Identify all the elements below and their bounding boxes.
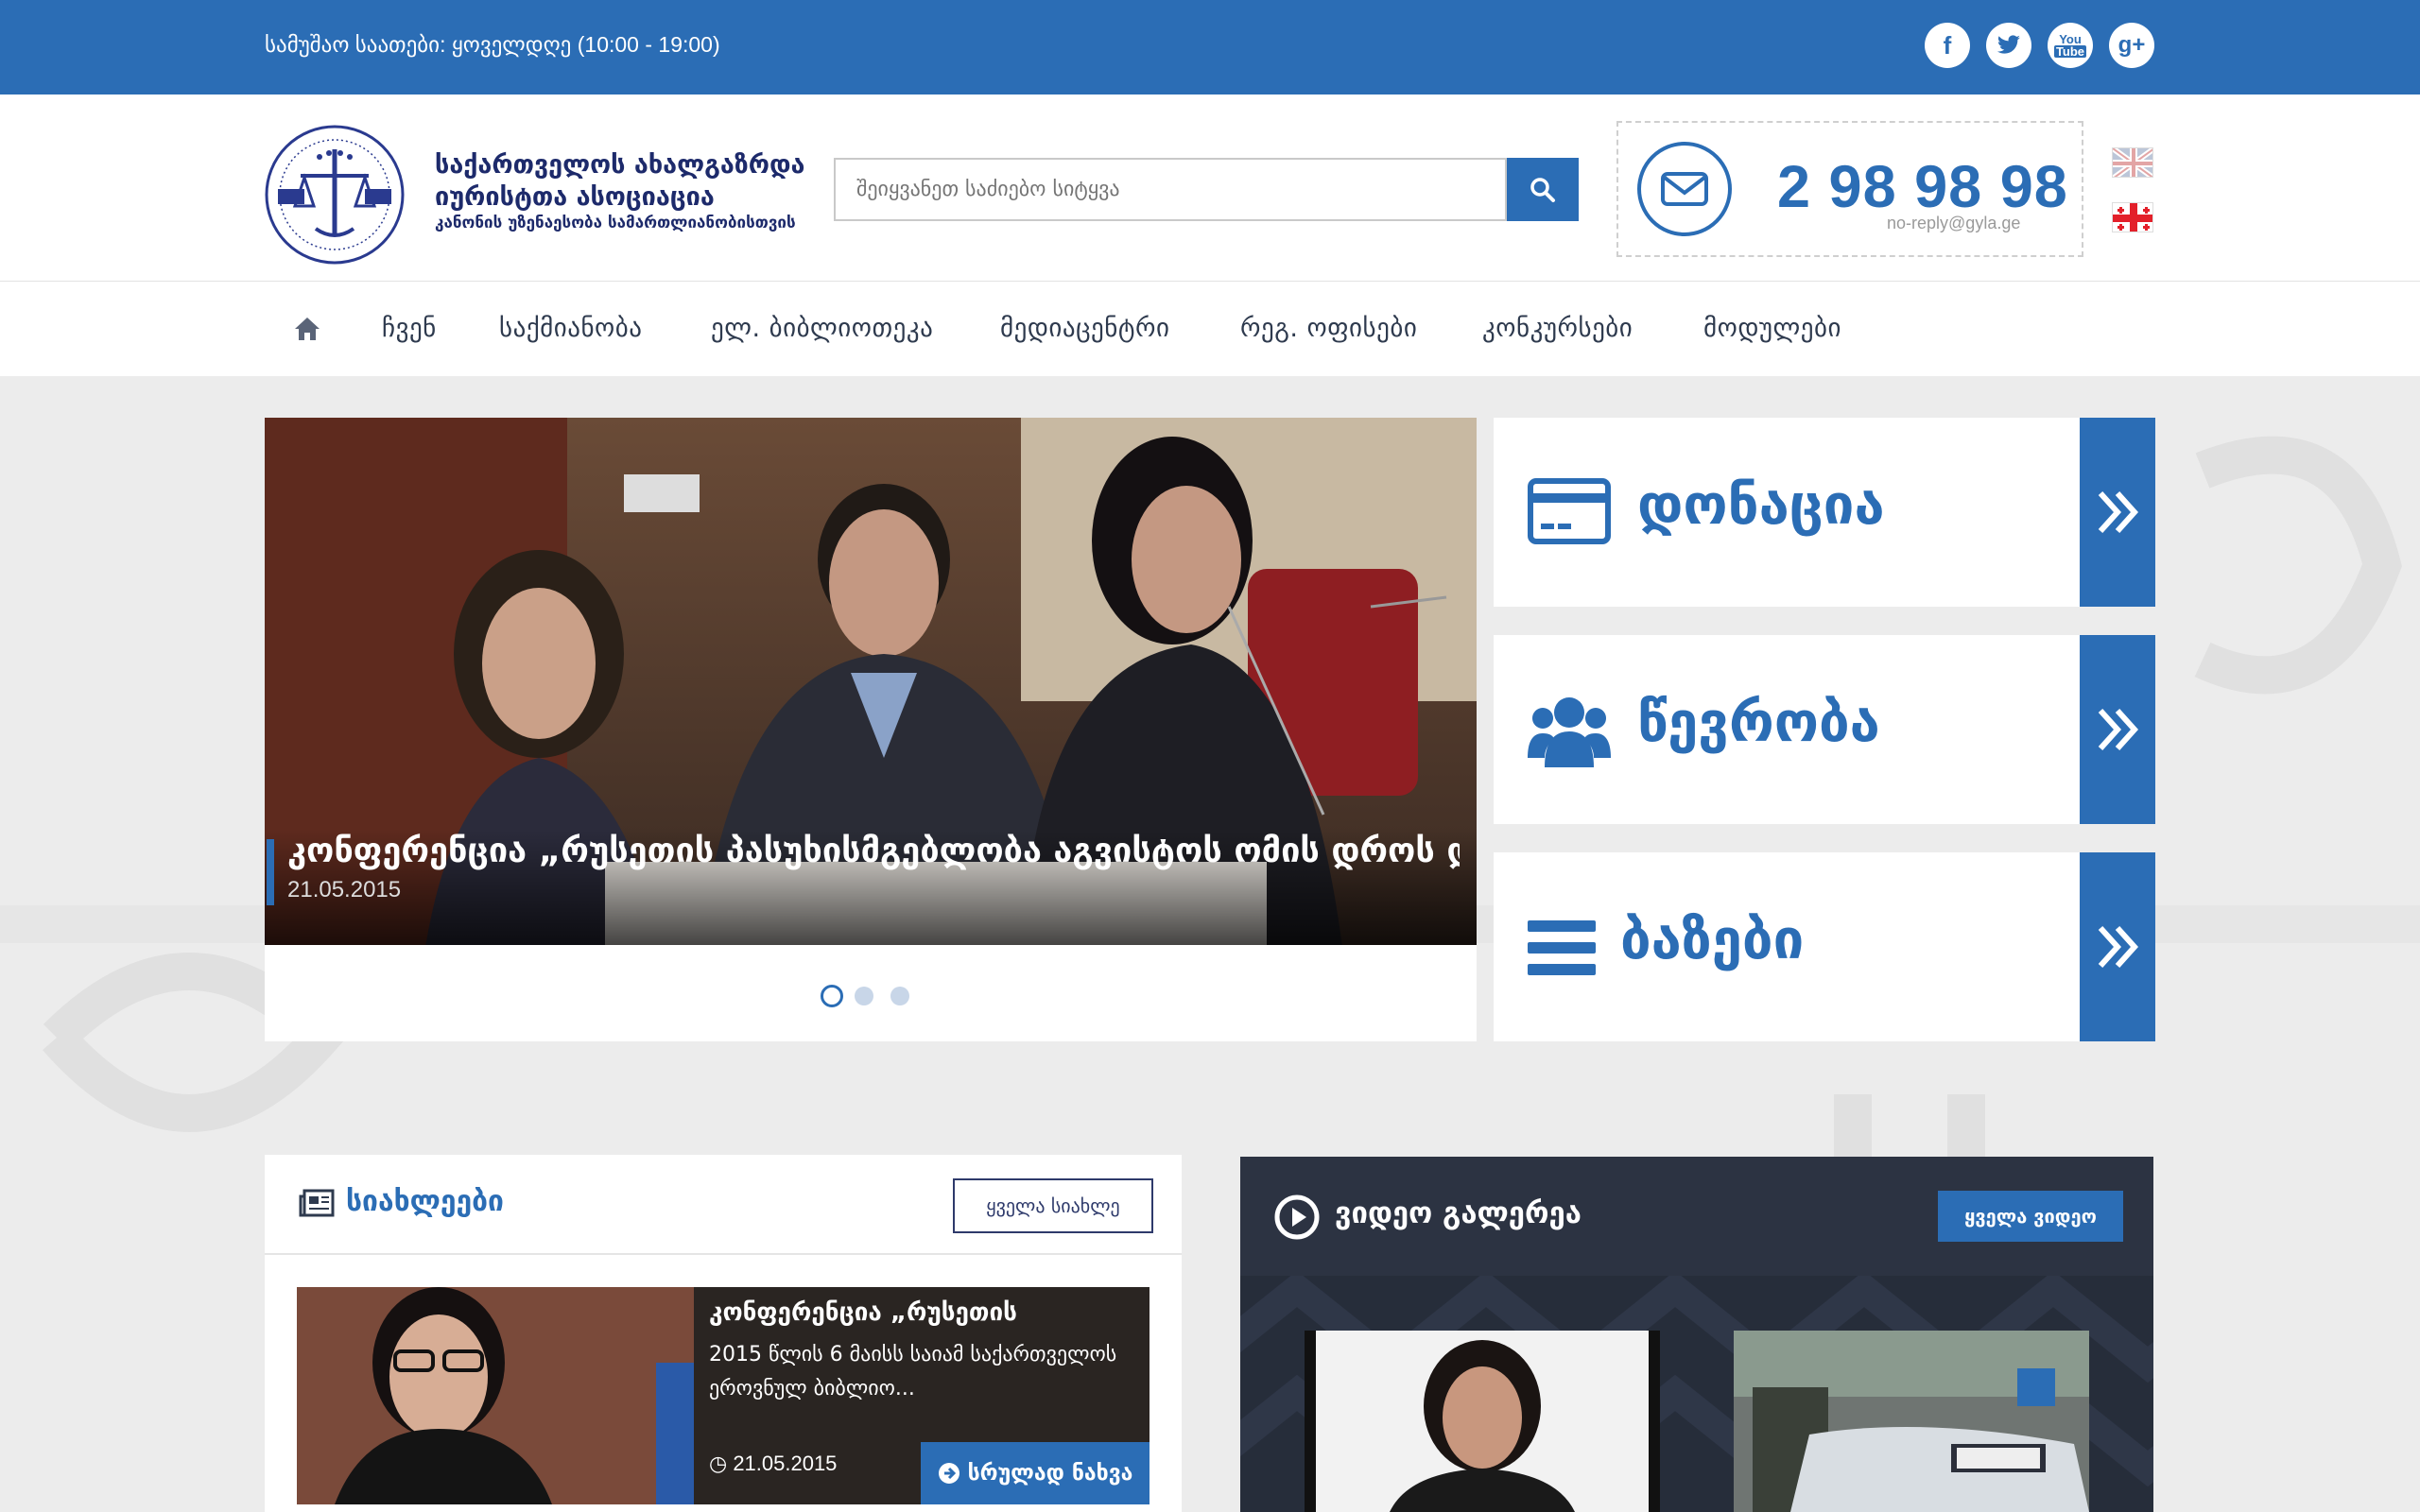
tile-membership-label: წევრობა: [1637, 690, 1880, 754]
tile-databases-arrow[interactable]: [2080, 852, 2155, 1041]
tile-donation-arrow[interactable]: [2080, 418, 2155, 607]
org-name-line1: საქართველოს ახალგაზრდა: [435, 150, 805, 180]
news-divider: [265, 1253, 1182, 1255]
org-name-line2: იურისტთა ასოციაცია: [435, 182, 715, 212]
slide-caption-accent: [267, 839, 274, 905]
menu-icon: [1528, 920, 1596, 975]
video-thumbnail-2[interactable]: [1734, 1331, 2089, 1512]
slide-title[interactable]: კონფერენცია „რუსეთის პასუხისმგებლობა აგვ…: [287, 832, 1460, 870]
tile-donation-label: დონაცია: [1637, 472, 1885, 537]
slider-dot-2[interactable]: [855, 987, 873, 1005]
read-more-label: სრულად ნახვა: [967, 1461, 1133, 1486]
double-chevron-icon: [2098, 925, 2138, 969]
clock-icon: ◷: [709, 1452, 734, 1475]
news-item-title[interactable]: კონფერენცია „რუსეთის: [709, 1298, 1017, 1327]
nav-item-about[interactable]: ჩვენ: [382, 314, 437, 343]
english-flag[interactable]: [2112, 147, 2153, 178]
arrow-circle-icon: [938, 1463, 959, 1484]
nav-item-activity[interactable]: საქმიანობა: [499, 314, 642, 343]
search-icon: [1530, 177, 1555, 202]
tile-databases-label: ბაზები: [1620, 907, 1805, 971]
all-videos-button[interactable]: ყველა ვიდეო: [1938, 1191, 2123, 1242]
search-button[interactable]: [1507, 158, 1579, 221]
contact-email[interactable]: no-reply@gyla.ge: [1887, 214, 2020, 233]
facebook-icon[interactable]: f: [1925, 23, 1970, 68]
news-item-date: ◷ 21.05.2015: [709, 1452, 837, 1476]
google-plus-icon[interactable]: g+: [2109, 23, 2154, 68]
play-circle-icon: [1274, 1194, 1320, 1240]
phone-number[interactable]: 2 98 98 98: [1777, 153, 2068, 221]
video-thumbnail-1[interactable]: [1305, 1331, 1660, 1512]
all-news-button[interactable]: ყველა სიახლე: [953, 1178, 1153, 1233]
working-hours: სამუშაო საათები: ყოველდღე (10:00 - 19:00…: [265, 32, 720, 57]
slide-date: 21.05.2015: [287, 877, 402, 902]
main-nav: [0, 282, 2420, 376]
search-box: [834, 158, 1507, 221]
mail-icon[interactable]: [1637, 142, 1732, 236]
search-input[interactable]: [836, 160, 1505, 219]
tile-membership-arrow[interactable]: [2080, 635, 2155, 824]
nav-item-e-library[interactable]: ელ. ბიბლიოთეკა: [711, 314, 933, 343]
nav-item-competitions[interactable]: კონკურსები: [1482, 314, 1633, 343]
news-item-excerpt: 2015 წლის 6 მაისს საიამ საქართველოს ეროვ…: [709, 1343, 1117, 1400]
news-item-date-text: 21.05.2015: [733, 1452, 838, 1475]
newspaper-icon: [299, 1189, 335, 1217]
double-chevron-icon: [2098, 708, 2138, 751]
youtube-icon[interactable]: You Tube: [2048, 23, 2093, 68]
nav-item-modules[interactable]: მოდულები: [1703, 314, 1841, 343]
news-title: სიახლეები: [346, 1185, 504, 1218]
credit-card-icon: [1528, 478, 1611, 544]
double-chevron-icon: [2098, 490, 2138, 534]
twitter-icon[interactable]: [1986, 23, 2031, 68]
nav-item-regional-offices[interactable]: რეგ. ოფისები: [1240, 314, 1417, 343]
gyla-logo[interactable]: [263, 123, 406, 266]
read-more-button[interactable]: სრულად ნახვა: [921, 1442, 1150, 1504]
slider-dot-1[interactable]: [821, 985, 843, 1007]
nav-item-media-center[interactable]: მედიაცენტრი: [1000, 314, 1169, 343]
video-gallery-title: ვიდეო გალერეა: [1335, 1196, 1582, 1230]
georgian-flag[interactable]: [2112, 202, 2153, 232]
home-icon[interactable]: [293, 316, 321, 342]
users-icon: [1528, 697, 1611, 767]
organization-tagline: კანონის უზენაესობა სამართლიანობისთვის: [435, 214, 796, 232]
slider-dot-3[interactable]: [890, 987, 909, 1005]
organization-name: საქართველოს ახალგაზრდა იურისტთა ასოციაცი…: [435, 149, 804, 214]
